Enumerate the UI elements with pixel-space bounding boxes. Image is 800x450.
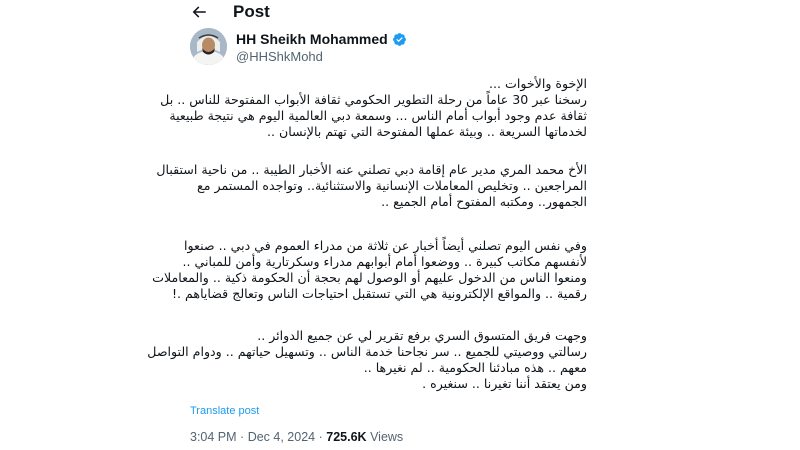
post-metadata: 3:04 PM · Dec 4, 2024 · 725.6K Views bbox=[190, 429, 403, 445]
arrow-left-icon bbox=[192, 6, 206, 18]
post-line: ومنعوا الناس من الدخول عليهم أو الوصول ل… bbox=[152, 270, 587, 285]
post-line: الإخوة والأخوات ... bbox=[489, 76, 587, 91]
post-paragraph: الإخوة والأخوات ... رسخنا عبر 30 عاماً م… bbox=[160, 76, 587, 140]
meta-separator: · bbox=[318, 430, 323, 444]
page-title: Post bbox=[233, 2, 270, 21]
author-name-row: HH Sheikh Mohammed bbox=[236, 31, 407, 48]
avatar-image bbox=[190, 28, 227, 65]
post-line: الأخ محمد المري مدير عام إقامة دبي تصلني… bbox=[156, 162, 587, 177]
post-page: Post HH Sheikh Mohammed @HHShkMohd الإخو… bbox=[147, 0, 600, 450]
post-line: لأنفسهم مكاتب كبيرة .. ووضعوا أمام أبواب… bbox=[182, 254, 587, 269]
author-name[interactable]: HH Sheikh Mohammed bbox=[236, 31, 388, 48]
post-line: رقمية .. والمواقع الإلكترونية هي التي تس… bbox=[172, 286, 587, 301]
views-label: Views bbox=[370, 430, 404, 444]
translate-post-link[interactable]: Translate post bbox=[190, 404, 259, 418]
verified-badge-icon bbox=[392, 33, 406, 46]
post-line: ومن يعتقد أننا تغيرنا .. سنغيره . bbox=[422, 376, 587, 391]
post-line: رسالتي ووصيتي للجميع .. سر نجاحنا خدمة ا… bbox=[147, 344, 587, 359]
post-line: رسخنا عبر 30 عاماً من رحلة التطوير الحكو… bbox=[160, 92, 587, 107]
post-line: الجمهور.. ومكتبه المفتوح أمام الجميع .. bbox=[381, 194, 587, 209]
author-handle[interactable]: @HHShkMohd bbox=[236, 49, 323, 65]
post-line: وفي نفس اليوم تصلني أيضاً أخبار عن ثلاثة… bbox=[184, 238, 587, 253]
post-line: وجهت فريق المتسوق السري برفع تقرير لي عن… bbox=[257, 328, 587, 343]
avatar[interactable] bbox=[190, 28, 227, 65]
post-time[interactable]: 3:04 PM bbox=[190, 430, 237, 444]
post-date[interactable]: Dec 4, 2024 bbox=[248, 430, 315, 444]
meta-separator: · bbox=[240, 430, 245, 444]
post-line: معهم .. هذه مبادئنا الحكومية .. لم نغيره… bbox=[363, 360, 587, 375]
post-paragraph: الأخ محمد المري مدير عام إقامة دبي تصلني… bbox=[156, 162, 587, 210]
post-paragraph: وجهت فريق المتسوق السري برفع تقرير لي عن… bbox=[147, 328, 587, 392]
back-button[interactable] bbox=[189, 2, 209, 22]
post-header: Post bbox=[173, 0, 600, 26]
post-paragraph: وفي نفس اليوم تصلني أيضاً أخبار عن ثلاثة… bbox=[152, 238, 587, 302]
views-count: 725.6K bbox=[326, 430, 367, 444]
author-block: HH Sheikh Mohammed @HHShkMohd bbox=[190, 28, 590, 68]
post-line: لخدماتها السريعة .. وبيئة عملها المفتوحة… bbox=[266, 124, 587, 139]
post-line: المراجعين .. وتخليص المعاملات الإنسانية … bbox=[197, 178, 587, 193]
post-line: ثقافة عدم وجود أبواب أمام الناس ... وسمع… bbox=[169, 108, 587, 123]
